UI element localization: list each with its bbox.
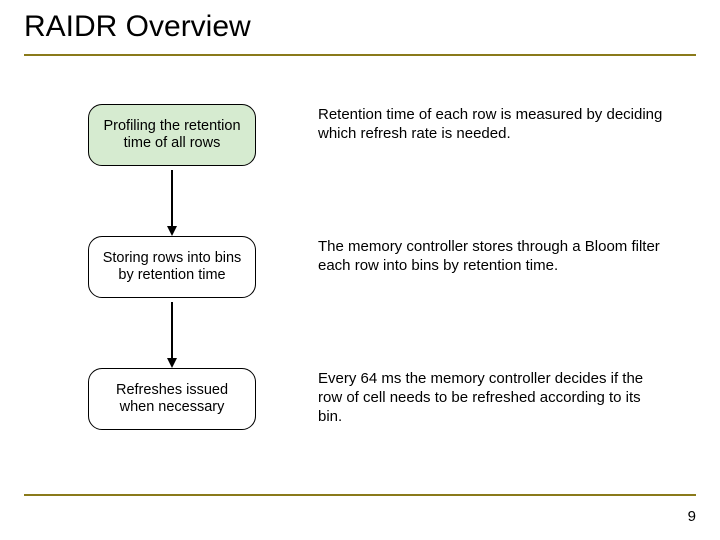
slide-title: RAIDR Overview: [24, 10, 251, 44]
flow-step-3-label: Refreshes issued when necessary: [99, 382, 245, 416]
flow-step-2: Storing rows into bins by retention time: [88, 236, 256, 298]
step-2-description: The memory controller stores through a B…: [318, 238, 668, 276]
title-underline: [24, 54, 696, 56]
footer-rule: [24, 494, 696, 496]
flow-step-1-label: Profiling the retention time of all rows: [99, 118, 245, 152]
flow-step-3: Refreshes issued when necessary: [88, 368, 256, 430]
step-3-description: Every 64 ms the memory controller decide…: [318, 370, 668, 426]
page-number: 9: [688, 508, 696, 525]
flow-step-1: Profiling the retention time of all rows: [88, 104, 256, 166]
flow-step-2-label: Storing rows into bins by retention time: [99, 250, 245, 284]
step-1-description: Retention time of each row is measured b…: [318, 106, 668, 144]
